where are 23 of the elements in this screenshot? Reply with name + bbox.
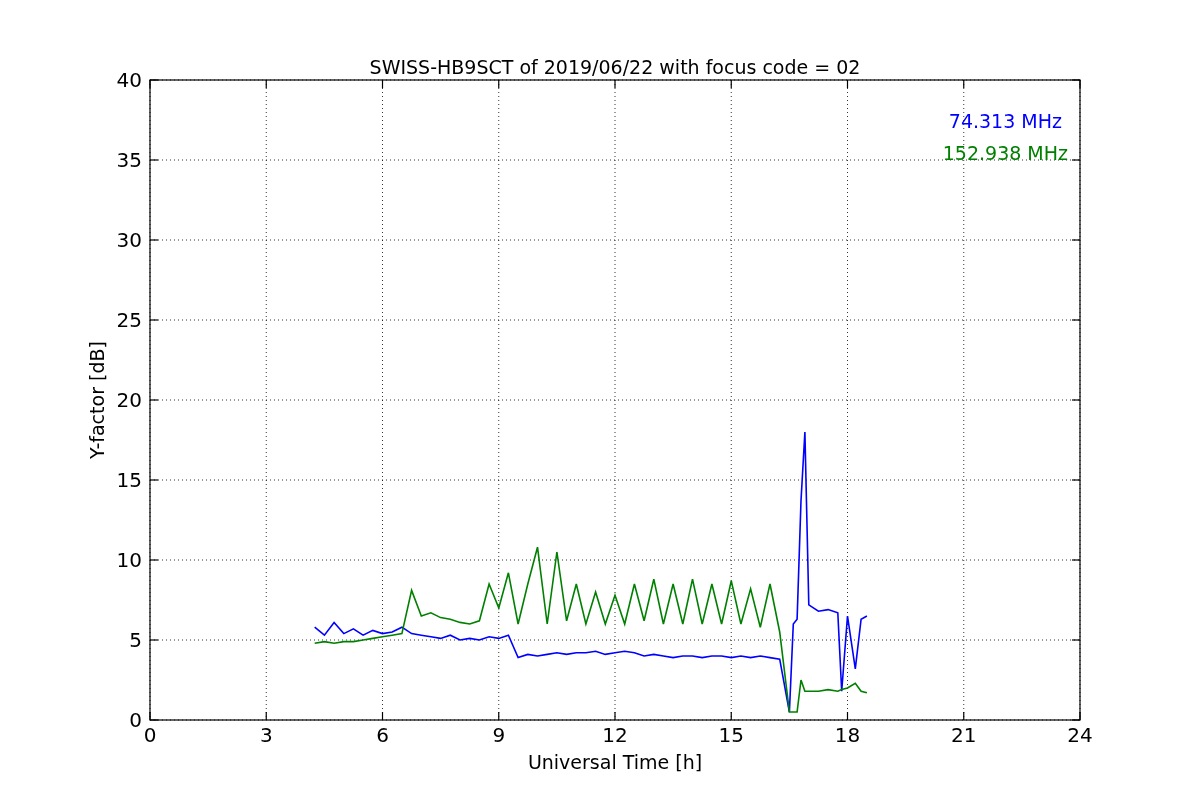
tick-label: 20	[116, 388, 142, 412]
tick-label: 6	[376, 723, 389, 747]
tick-label: 35	[116, 148, 142, 172]
tick-label: 9	[492, 723, 506, 747]
tick-label: 24	[1067, 723, 1093, 747]
tick-label: 15	[116, 468, 142, 492]
tick-label: 30	[116, 228, 142, 252]
chart-title: SWISS-HB9SCT of 2019/06/22 with focus code = 02	[369, 56, 861, 78]
tick-label: 0	[143, 723, 157, 747]
tick-label: 15	[718, 723, 744, 747]
tick-label: 10	[116, 548, 142, 572]
tick-label: 18	[834, 723, 861, 747]
tick-label: 0	[129, 708, 142, 732]
tick-label: 40	[116, 68, 142, 92]
tick-label: 25	[116, 308, 142, 332]
tick-label: 12	[602, 723, 628, 747]
series-label: 152.938 MHz	[942, 142, 1068, 164]
series-label: 74.313 MHz	[948, 110, 1062, 132]
y-axis-label: Y-factor [dB]	[86, 341, 108, 459]
tick-label: 5	[129, 628, 142, 652]
tick-label: 21	[951, 723, 977, 747]
x-axis-label: Universal Time [h]	[527, 751, 703, 773]
tick-label: 3	[259, 723, 273, 747]
